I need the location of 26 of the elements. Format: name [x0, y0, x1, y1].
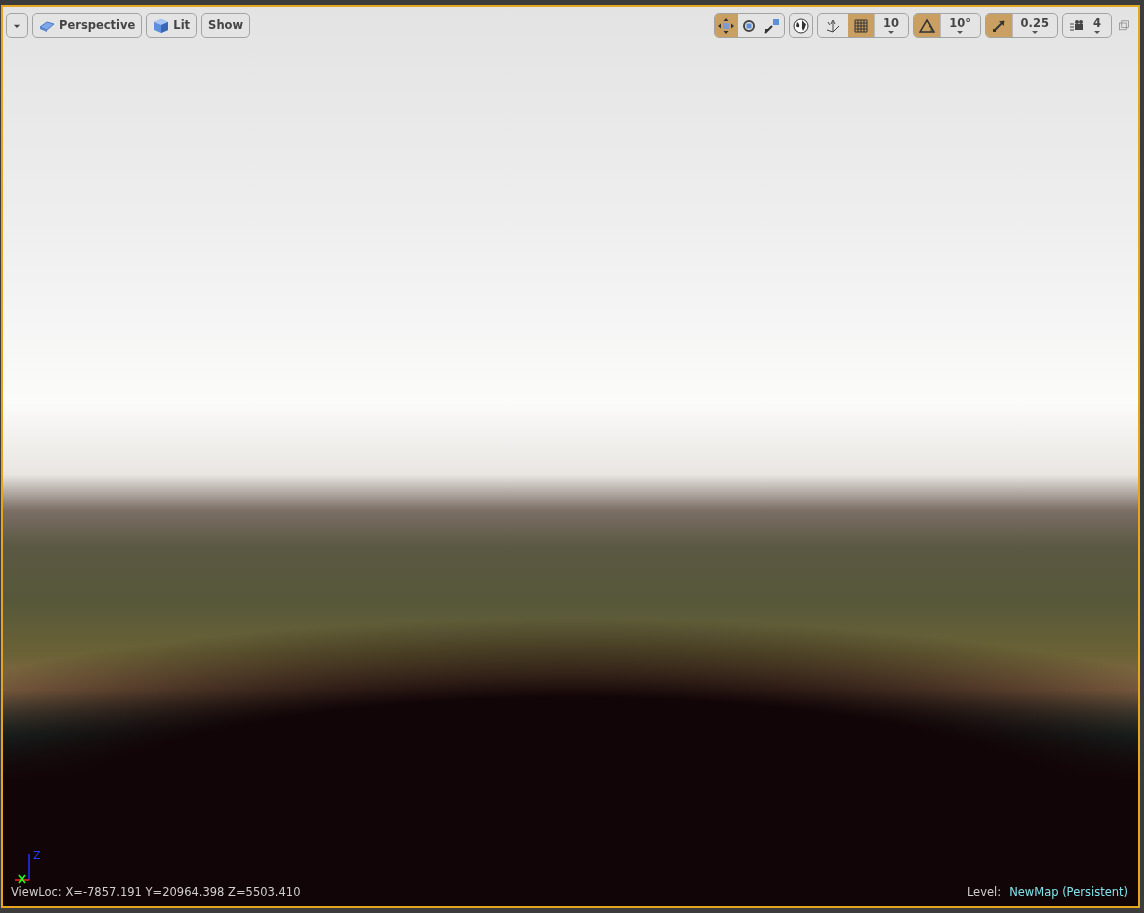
level-label: Level:: [966, 884, 1002, 901]
scale-snap-toggle[interactable]: [985, 14, 1012, 37]
lighting-mode-button[interactable]: Lit: [146, 13, 198, 38]
rotate-icon: [741, 17, 758, 34]
camera-speed-button[interactable]: 4: [1062, 13, 1112, 38]
scale-icon: [764, 17, 781, 34]
camera-icon: [1069, 17, 1085, 34]
windows-icon: [1118, 19, 1130, 32]
axis-label: Z: [33, 848, 41, 864]
rotation-snap-toggle[interactable]: [913, 14, 940, 37]
show-button[interactable]: Show: [201, 13, 251, 38]
view-location: ViewLoc: X=-7857.191 Y=20964.398 Z=5503.410: [11, 884, 301, 901]
grid-snap-toggle[interactable]: [847, 14, 874, 37]
angle-icon: [918, 17, 935, 34]
scale-snap-value[interactable]: 0.25: [1011, 14, 1057, 37]
rotation-snap-value[interactable]: 10°: [939, 14, 980, 37]
cube-icon: [153, 17, 170, 34]
globe-icon: [792, 17, 809, 34]
level-name: NewMap (Persistent): [1009, 884, 1128, 901]
coordinate-space-button[interactable]: [788, 13, 813, 38]
move-arrows-tool-button[interactable]: [714, 14, 738, 37]
move-arrows-icon: [718, 17, 735, 34]
grid-snap-value[interactable]: 10: [873, 14, 908, 37]
diagonal-arrow-icon: [990, 17, 1007, 34]
view-mode-button[interactable]: Perspective: [32, 13, 143, 38]
grid-icon: [852, 17, 869, 34]
